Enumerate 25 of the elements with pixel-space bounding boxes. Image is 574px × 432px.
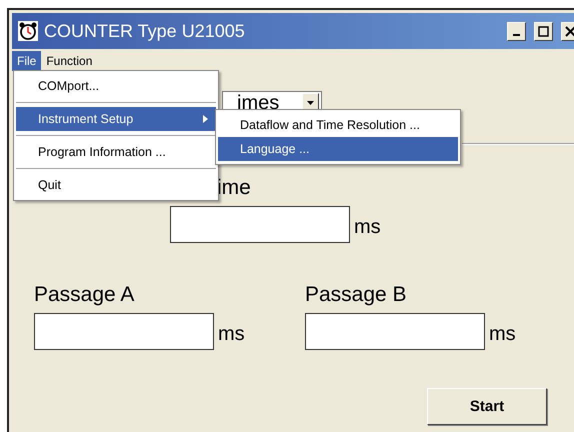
- menu-bar-item[interactable]: File: [12, 51, 42, 71]
- maximize-icon: [538, 26, 549, 36]
- unit-label: ms: [218, 323, 245, 347]
- time-field[interactable]: [170, 206, 350, 243]
- unit-label: ms: [489, 323, 516, 347]
- menu-item[interactable]: Instrument Setup: [16, 107, 216, 131]
- passage-label: Passage B: [305, 283, 408, 307]
- passage-label: Passage A: [34, 283, 136, 307]
- minimize-button[interactable]: [507, 22, 526, 40]
- menu-item[interactable]: Dataflow and Time Resolution ...: [218, 113, 458, 137]
- passage-field[interactable]: [34, 313, 214, 350]
- passage-field[interactable]: [305, 313, 485, 350]
- close-icon: [565, 26, 574, 36]
- start-button[interactable]: Start: [427, 388, 547, 425]
- window-title: COUNTER Type U21005: [44, 20, 246, 42]
- menu-item[interactable]: Program Information ...: [16, 140, 216, 164]
- time-label: ime: [217, 176, 252, 200]
- alarm-clock-icon: [18, 21, 38, 41]
- unit-label: ms: [354, 216, 381, 240]
- menu-bar-item[interactable]: Function: [41, 51, 98, 71]
- maximize-button[interactable]: [534, 22, 553, 40]
- minimize-icon: [513, 34, 520, 36]
- menu-item[interactable]: Quit: [16, 173, 216, 197]
- menu-item[interactable]: COMport...: [16, 74, 216, 98]
- menu-item[interactable]: Language ...: [218, 137, 458, 161]
